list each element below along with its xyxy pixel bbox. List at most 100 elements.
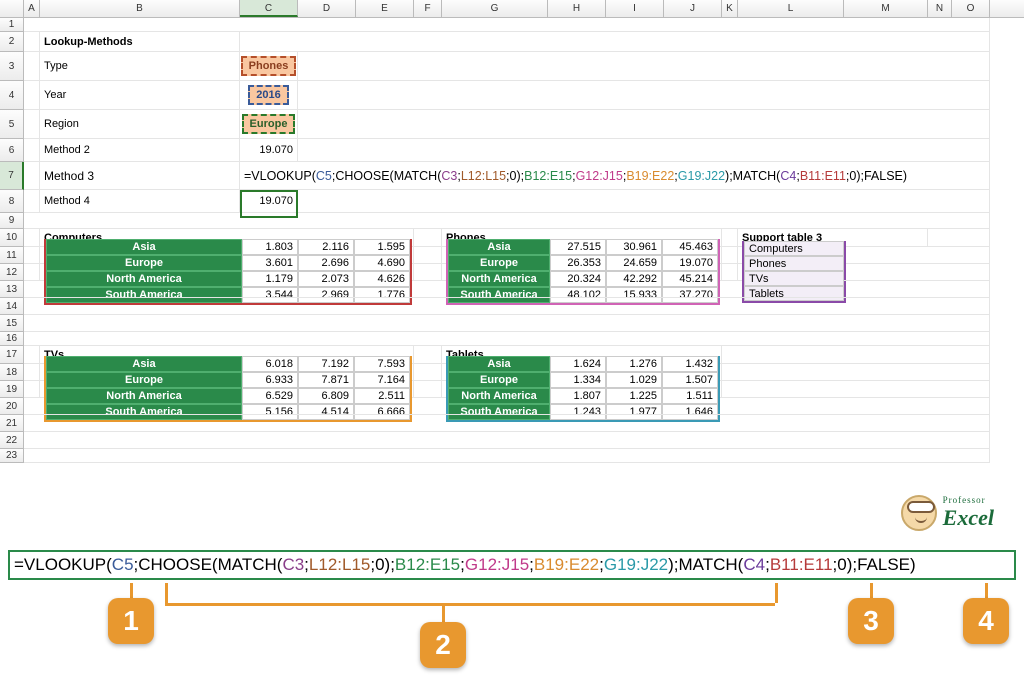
cell[interactable]: [24, 398, 990, 415]
cell[interactable]: [722, 364, 990, 381]
row-header[interactable]: 12: [0, 264, 24, 281]
column-header[interactable]: I: [606, 0, 664, 17]
column-header[interactable]: C: [240, 0, 298, 17]
cell[interactable]: [414, 264, 442, 281]
input-year[interactable]: 2016: [240, 81, 298, 110]
column-header[interactable]: [0, 0, 24, 17]
cell[interactable]: [24, 213, 990, 229]
tvs-body[interactable]: Asia6.0187.1927.593Europe6.9337.8717.164…: [40, 381, 414, 398]
row-header[interactable]: 5: [0, 110, 24, 139]
cell[interactable]: [414, 229, 442, 247]
cell[interactable]: [24, 364, 40, 381]
column-header[interactable]: B: [40, 0, 240, 17]
column-header[interactable]: O: [952, 0, 990, 17]
row-header[interactable]: 3: [0, 52, 24, 81]
cell[interactable]: [24, 298, 990, 315]
cell[interactable]: [844, 247, 990, 264]
cell[interactable]: [928, 229, 990, 247]
row-header[interactable]: 9: [0, 213, 24, 229]
value-method4[interactable]: 19.070: [240, 190, 298, 213]
column-header[interactable]: J: [664, 0, 722, 17]
computers-body[interactable]: Asia1.8032.1161.595Europe3.6012.6964.690…: [40, 264, 414, 281]
column-header[interactable]: A: [24, 0, 40, 17]
cell[interactable]: [298, 81, 990, 110]
cell[interactable]: [298, 190, 990, 213]
label-method4[interactable]: Method 4: [40, 190, 240, 213]
cell[interactable]: [24, 264, 40, 281]
cell[interactable]: [722, 247, 738, 264]
row-header[interactable]: 17: [0, 346, 24, 364]
cell[interactable]: [414, 381, 442, 398]
cell[interactable]: [24, 415, 990, 432]
cell[interactable]: [240, 32, 990, 52]
column-header[interactable]: H: [548, 0, 606, 17]
tablets-body[interactable]: Asia1.6241.2761.432Europe1.3341.0291.507…: [442, 381, 722, 398]
cell[interactable]: [298, 110, 990, 139]
cell[interactable]: [24, 52, 40, 81]
cell[interactable]: [24, 381, 40, 398]
formula-cell[interactable]: =VLOOKUP(C5;CHOOSE(MATCH(C3;L12:L15;0);B…: [240, 162, 990, 190]
label-type[interactable]: Type: [40, 52, 240, 81]
label-year[interactable]: Year: [40, 81, 240, 110]
cell[interactable]: [24, 332, 990, 346]
column-header[interactable]: F: [414, 0, 442, 17]
cell[interactable]: [844, 264, 990, 281]
cell[interactable]: [24, 449, 990, 463]
row-header[interactable]: 10: [0, 229, 24, 247]
cell[interactable]: [722, 229, 738, 247]
row-header[interactable]: 23: [0, 449, 24, 463]
cell[interactable]: [24, 346, 40, 364]
cell[interactable]: [24, 18, 990, 32]
row-header[interactable]: 18: [0, 364, 24, 381]
cell[interactable]: [24, 190, 40, 213]
column-header[interactable]: G: [442, 0, 548, 17]
cell[interactable]: [414, 364, 442, 381]
cell[interactable]: [24, 32, 40, 52]
row-header[interactable]: 4: [0, 81, 24, 110]
column-header[interactable]: L: [738, 0, 844, 17]
row-header[interactable]: 20: [0, 398, 24, 415]
column-header[interactable]: N: [928, 0, 952, 17]
row-header[interactable]: 15: [0, 315, 24, 332]
cell[interactable]: [24, 281, 990, 298]
cell[interactable]: [24, 110, 40, 139]
cell[interactable]: [24, 432, 990, 449]
row-header[interactable]: 8: [0, 190, 24, 213]
phones-body[interactable]: Asia27.51530.96145.463Europe26.35324.659…: [442, 264, 722, 281]
cell[interactable]: [298, 52, 990, 81]
row-header[interactable]: 19: [0, 381, 24, 398]
section-title[interactable]: Lookup-Methods: [40, 32, 240, 52]
cell[interactable]: [24, 247, 40, 264]
cell[interactable]: [24, 315, 990, 332]
row-header[interactable]: 13: [0, 281, 24, 298]
cell[interactable]: [24, 81, 40, 110]
cell[interactable]: [24, 139, 40, 162]
row-header[interactable]: 1: [0, 18, 24, 32]
value-method2[interactable]: 19.070: [240, 139, 298, 162]
column-header[interactable]: M: [844, 0, 928, 17]
row-header[interactable]: 14: [0, 298, 24, 315]
column-header[interactable]: K: [722, 0, 738, 17]
label-method3[interactable]: Method 3: [40, 162, 240, 190]
cell[interactable]: [722, 264, 738, 281]
row-header[interactable]: 11: [0, 247, 24, 264]
row-header[interactable]: 7: [0, 162, 24, 190]
row-header[interactable]: 16: [0, 332, 24, 346]
row-header[interactable]: 21: [0, 415, 24, 432]
column-header[interactable]: D: [298, 0, 356, 17]
row-header[interactable]: 2: [0, 32, 24, 52]
column-header[interactable]: E: [356, 0, 414, 17]
cell[interactable]: [24, 162, 40, 190]
row-header[interactable]: 22: [0, 432, 24, 449]
cell[interactable]: [414, 247, 442, 264]
cell[interactable]: [414, 346, 442, 364]
input-type[interactable]: Phones: [240, 52, 298, 81]
label-region[interactable]: Region: [40, 110, 240, 139]
cell[interactable]: [24, 229, 40, 247]
input-region[interactable]: Europe: [240, 110, 298, 139]
label-method2[interactable]: Method 2: [40, 139, 240, 162]
row-header[interactable]: 6: [0, 139, 24, 162]
support-body[interactable]: ComputersPhonesTVsTablets: [738, 264, 844, 281]
cell[interactable]: [722, 381, 990, 398]
cell[interactable]: [722, 346, 990, 364]
